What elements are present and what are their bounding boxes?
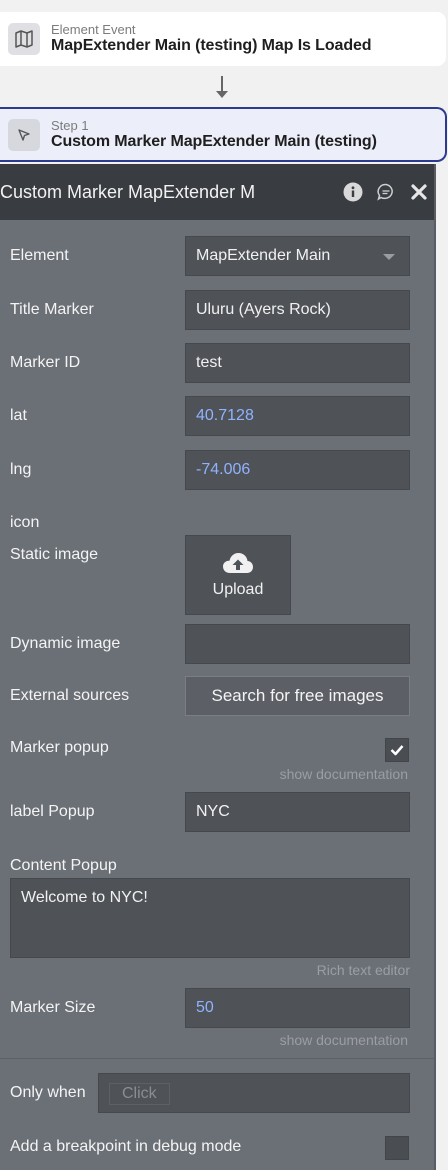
step-title: Custom Marker MapExtender Main (testing) xyxy=(51,132,377,150)
marker-id-field[interactable]: test xyxy=(185,343,410,383)
icon-section-label: icon xyxy=(10,514,40,531)
event-title: MapExtender Main (testing) Map Is Loaded xyxy=(51,37,372,54)
search-free-images-label: Search for free images xyxy=(211,686,384,705)
label-popup-label: label Popup xyxy=(10,803,95,820)
content-popup-textarea[interactable]: Welcome to NYC! xyxy=(10,878,410,958)
only-when-label: Only when xyxy=(10,1084,86,1101)
title-marker-value: Uluru (Ayers Rock) xyxy=(196,301,331,318)
cursor-icon xyxy=(8,118,40,151)
label-popup-field[interactable]: NYC xyxy=(185,792,410,832)
lat-value: 40.7128 xyxy=(196,407,254,424)
cloud-upload-icon xyxy=(223,553,253,573)
marker-size-doc-link[interactable]: show documentation xyxy=(280,1032,408,1048)
only-when-click-chip[interactable]: Click xyxy=(109,1083,170,1105)
marker-id-value: test xyxy=(196,354,222,371)
comment-icon[interactable] xyxy=(375,181,397,203)
map-icon xyxy=(8,23,40,55)
upload-button[interactable]: Upload xyxy=(185,535,291,615)
title-marker-field[interactable]: Uluru (Ayers Rock) xyxy=(185,290,410,330)
element-label: Element xyxy=(10,247,69,264)
marker-size-label: Marker Size xyxy=(10,999,96,1016)
lat-label: lat xyxy=(10,407,27,424)
external-sources-label: External sources xyxy=(10,687,130,704)
marker-popup-doc-link[interactable]: show documentation xyxy=(280,766,408,782)
event-kicker: Element Event xyxy=(51,22,136,37)
marker-id-label: Marker ID xyxy=(10,354,81,371)
connector-arrow-icon xyxy=(216,91,228,98)
dynamic-image-field[interactable] xyxy=(185,624,410,664)
debug-breakpoint-label: Add a breakpoint in debug mode xyxy=(10,1138,242,1155)
lng-label: lng xyxy=(10,461,32,478)
info-icon[interactable] xyxy=(342,181,364,203)
marker-popup-checkbox[interactable] xyxy=(385,738,409,762)
rich-text-editor-link[interactable]: Rich text editor xyxy=(317,962,410,978)
close-icon[interactable] xyxy=(408,181,430,203)
search-free-images-button[interactable]: Search for free images xyxy=(185,676,410,716)
only-when-field[interactable]: Click xyxy=(98,1073,410,1113)
checkmark-icon xyxy=(390,745,404,756)
label-popup-value: NYC xyxy=(196,803,230,820)
panel-header: Custom Marker MapExtender M xyxy=(0,164,436,220)
property-panel: Custom Marker MapExtender M Element MapE… xyxy=(0,164,436,1170)
content-popup-value: Welcome to NYC! xyxy=(21,889,148,906)
panel-title: Custom Marker MapExtender M xyxy=(0,181,256,202)
divider xyxy=(0,1058,434,1059)
marker-size-value: 50 xyxy=(196,999,214,1016)
title-marker-label: Title Marker xyxy=(10,301,94,318)
step-card[interactable]: Step 1 Custom Marker MapExtender Main (t… xyxy=(0,107,447,162)
marker-size-field[interactable]: 50 xyxy=(185,988,410,1028)
debug-breakpoint-checkbox[interactable] xyxy=(385,1136,409,1160)
element-dropdown[interactable]: MapExtender Main xyxy=(185,236,410,276)
lng-field[interactable]: -74.006 xyxy=(185,450,410,490)
chevron-down-icon xyxy=(383,254,395,260)
event-card[interactable]: Element Event MapExtender Main (testing)… xyxy=(0,12,446,66)
dynamic-image-label: Dynamic image xyxy=(10,635,121,652)
element-value: MapExtender Main xyxy=(196,247,331,264)
marker-popup-label: Marker popup xyxy=(10,739,109,756)
step-kicker: Step 1 xyxy=(51,117,89,133)
upload-label: Upload xyxy=(212,581,264,598)
lng-value: -74.006 xyxy=(196,461,251,478)
lat-field[interactable]: 40.7128 xyxy=(185,396,410,436)
static-image-label: Static image xyxy=(10,546,99,563)
content-popup-label: Content Popup xyxy=(10,857,117,874)
